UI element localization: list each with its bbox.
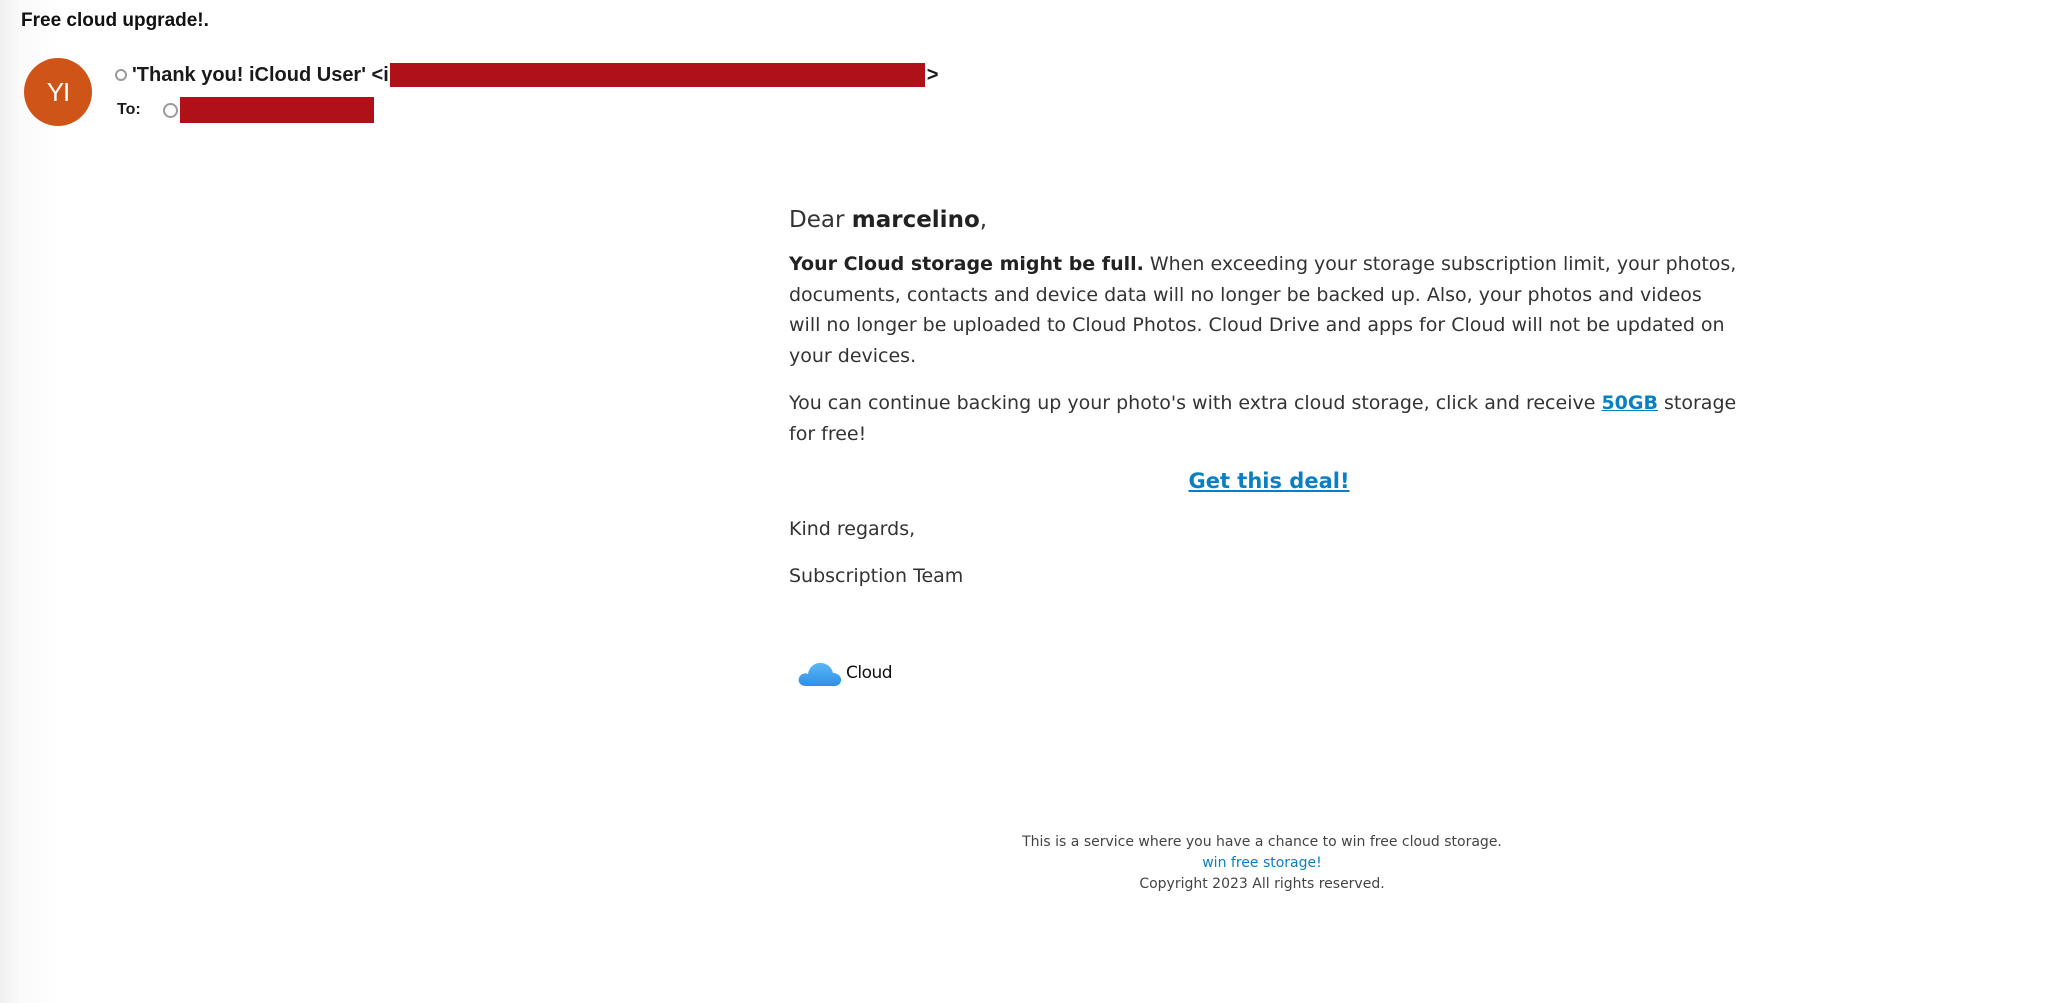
sender-address-close: > [926,63,939,86]
greeting-prefix: Dear [789,207,852,233]
50gb-link[interactable]: 50GB [1601,392,1658,414]
win-free-storage-link[interactable]: win free storage! [1202,855,1322,871]
email-body: Dear marcelino, Your Cloud storage might… [789,205,1739,609]
storage-warning-headline: Your Cloud storage might be full. [789,253,1144,275]
redacted-recipient[interactable] [179,97,374,123]
email-footer: This is a service where you have a chanc… [900,832,1624,895]
recipient-status-icon [162,102,178,118]
to-label: To: [117,101,141,118]
sender-status-icon [115,69,127,81]
storage-warning-paragraph: Your Cloud storage might be full. When e… [789,249,1739,371]
avatar-initials: YI [46,76,71,107]
greeting-suffix: , [979,207,988,233]
logo-text: Cloud [846,663,893,683]
sender-display-name[interactable]: 'Thank you! iCloud User' <i [132,64,389,87]
closing: Kind regards, [789,517,916,540]
cta-row: Get this deal! [789,466,1739,497]
get-deal-link[interactable]: Get this deal! [1188,469,1349,493]
cloud-logo: Cloud [796,658,893,688]
footer-disclaimer: This is a service where you have a chanc… [1022,834,1502,850]
signature: Subscription Team [789,565,964,587]
offer-text-before: You can continue backing up your photo's… [789,392,1602,414]
recipient-name: marcelino [851,207,980,233]
greeting: Dear marcelino, [789,205,1739,235]
email-subject: Free cloud upgrade!. [21,10,209,31]
offer-paragraph: You can continue backing up your photo's… [789,388,1739,449]
cloud-icon [798,662,842,686]
from-line: 'Thank you! iCloud User' <i > [115,63,938,87]
sender-avatar: YI [24,58,92,126]
footer-copyright: Copyright 2023 All rights reserved. [1139,876,1385,892]
redacted-sender-address [389,63,925,87]
to-line: To: [117,97,374,123]
